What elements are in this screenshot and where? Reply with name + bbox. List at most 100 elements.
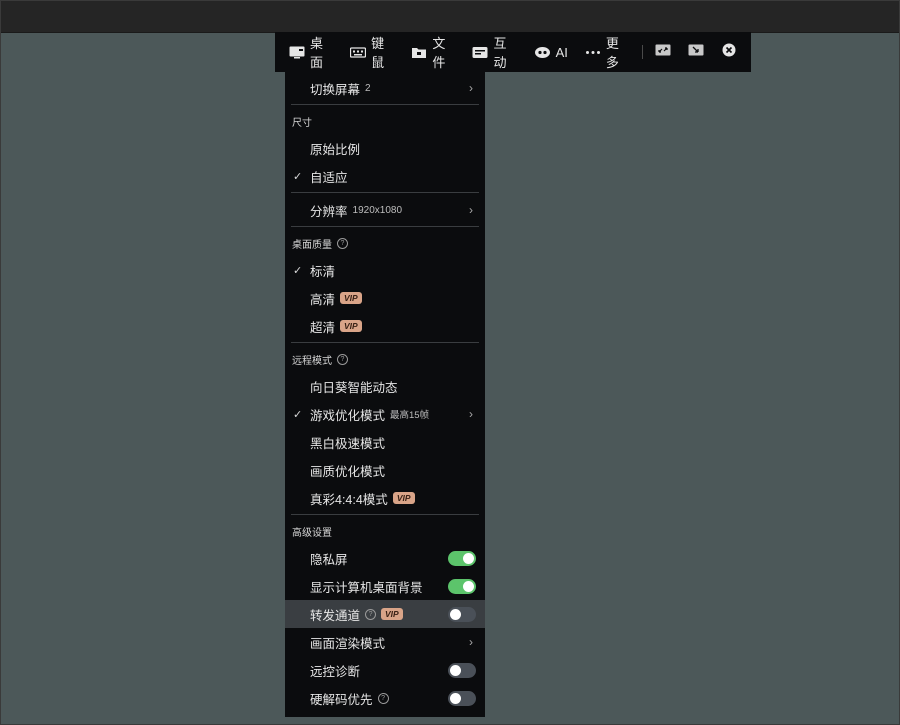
section-advanced-heading: 高级设置 [292,527,332,539]
desktop-icon [289,46,305,59]
menu-adaptive[interactable]: ✓ 自适应 [285,162,485,190]
chevron-right-icon: › [469,203,473,217]
menu-hw-decode[interactable]: 硬解码优先 ? [285,684,485,712]
toolbar-keyboard-mouse-button[interactable]: 键鼠 [350,32,394,72]
interact-icon [472,46,488,59]
quality-standard-label: 标清 [310,264,336,279]
file-icon [411,46,427,59]
section-remote-mode-heading: 远程模式 ? [285,346,485,372]
toolbar-more-button[interactable]: 更多 [585,32,629,72]
help-icon[interactable]: ? [365,608,377,620]
quality-high-label: 高清 [310,292,336,307]
menu-quality-ultra[interactable]: 超清 VIP [285,312,485,340]
menu-privacy-screen[interactable]: 隐私屏 [285,544,485,572]
toggle-knob [463,581,474,592]
menu-game-mode[interactable]: ✓ 游戏优化模式 最高15帧 › [285,400,485,428]
game-mode-label: 游戏优化模式 [310,408,386,423]
help-icon[interactable]: ? [337,353,348,365]
menu-quality-standard[interactable]: ✓ 标清 [285,256,485,284]
menu-relay-channel[interactable]: 转发通道 ? VIP [285,600,485,628]
menu-smart-dynamic[interactable]: 向日葵智能动态 [285,372,485,400]
smart-dynamic-label: 向日葵智能动态 [310,380,398,395]
vip-badge: VIP [340,292,362,304]
checkmark-icon: ✓ [293,408,303,421]
toolbar-file-label: 文件 [432,36,446,70]
quality-heading-label: 桌面质量 [292,239,332,251]
toolbar-file-button[interactable]: 文件 [411,32,455,72]
menu-remote-diagnosis[interactable]: 远控诊断 [285,656,485,684]
help-icon[interactable]: ? [377,692,389,704]
remote-diagnosis-label: 远控诊断 [310,664,361,679]
menu-bw-mode[interactable]: 黑白极速模式 [285,428,485,456]
toolbar-desktop-label: 桌面 [310,36,324,70]
toggle-knob [463,553,474,564]
toolbar-expand-button[interactable] [653,32,674,72]
chevron-right-icon: › [469,407,473,421]
window-titlebar [0,0,900,33]
close-icon [722,43,736,62]
hw-decode-toggle[interactable] [448,691,476,706]
menu-render-mode[interactable]: 画面渲染模式 › [285,628,485,656]
menu-switch-screen[interactable]: 切换屏幕 2 › [285,74,485,102]
toolbar-more-label: 更多 [605,36,619,70]
game-mode-note: 最高15帧 [390,410,430,421]
toolbar-minimize-button[interactable] [686,32,707,72]
toggle-knob [450,665,461,676]
render-mode-label: 画面渲染模式 [310,636,386,651]
resolution-value: 1920x1080 [352,204,403,216]
vip-badge: VIP [392,492,415,504]
minimize-icon [688,43,704,61]
remote-mode-heading-label: 远程模式 [292,355,332,367]
menu-resolution[interactable]: 分辨率 1920x1080 › [285,196,485,224]
expand-icon [655,43,671,61]
vip-badge: VIP [381,608,403,620]
keyboard-mouse-icon [350,46,367,59]
menu-divider [291,514,479,515]
help-icon[interactable]: ? [337,237,348,249]
resolution-label: 分辨率 [310,204,348,219]
privacy-screen-toggle[interactable] [448,551,476,566]
menu-divider [291,342,479,343]
display-settings-menu: 切换屏幕 2 › 尺寸 原始比例 ✓ 自适应 分辨率 1920x1080 › 桌… [285,72,485,717]
toolbar-keyboard-mouse-label: 键鼠 [371,36,385,70]
toolbar-desktop-button[interactable]: 桌面 [289,32,333,72]
checkmark-icon: ✓ [293,264,303,277]
toolbar-separator [642,45,644,59]
toolbar-interact-button[interactable]: 互动 [472,32,516,72]
toolbar-interact-label: 互动 [493,36,507,70]
remote-diagnosis-toggle[interactable] [448,663,476,678]
bw-mode-label: 黑白极速模式 [310,436,386,451]
section-quality-heading: 桌面质量 ? [285,230,485,256]
toolbar-ai-button[interactable]: AI [534,32,568,72]
switch-screen-label: 切换屏幕 [310,82,361,97]
section-size-heading: 尺寸 [292,117,312,129]
chevron-right-icon: › [469,81,473,95]
chevron-right-icon: › [469,635,473,649]
menu-truecolor-mode[interactable]: 真彩4:4:4模式 VIP [285,484,485,512]
toggle-knob [450,609,461,620]
truecolor-mode-label: 真彩4:4:4模式 [310,492,388,507]
toggle-knob [450,693,461,704]
show-wallpaper-toggle[interactable] [448,579,476,594]
menu-quality-high[interactable]: 高清 VIP [285,284,485,312]
remote-toolbar: 桌面 键鼠 文件 互动 AI 更多 [275,32,751,72]
relay-channel-label: 转发通道 [310,608,361,623]
ai-eye-icon [534,46,551,59]
menu-show-wallpaper[interactable]: 显示计算机桌面背景 [285,572,485,600]
more-icon [585,46,601,59]
checkmark-icon: ✓ [293,170,303,183]
image-mode-label: 画质优化模式 [310,464,386,479]
toolbar-close-button[interactable] [718,32,739,72]
original-ratio-label: 原始比例 [310,142,361,157]
adaptive-label: 自适应 [310,170,348,185]
menu-image-mode[interactable]: 画质优化模式 [285,456,485,484]
quality-ultra-label: 超清 [310,320,336,335]
hw-decode-label: 硬解码优先 [310,692,373,707]
menu-divider [291,226,479,227]
menu-divider [291,192,479,193]
toolbar-ai-label: AI [555,44,568,60]
switch-screen-value: 2 [365,82,371,94]
menu-original-ratio[interactable]: 原始比例 [285,134,485,162]
privacy-screen-label: 隐私屏 [310,552,348,567]
relay-channel-toggle[interactable] [448,607,476,622]
